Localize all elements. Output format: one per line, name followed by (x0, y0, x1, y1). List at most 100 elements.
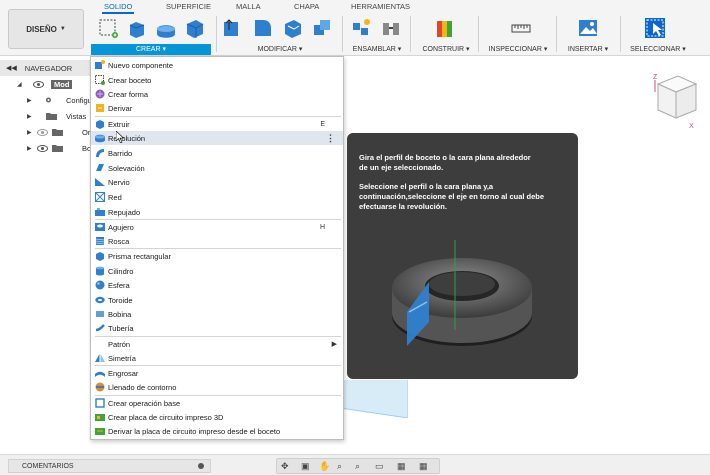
menu-item-web[interactable]: Red (91, 190, 343, 204)
menu-item-label: Crear forma (108, 89, 149, 99)
menu-item-thicken[interactable]: Engrosar (91, 366, 343, 380)
box-tool-icon[interactable] (184, 17, 206, 39)
create-menu-button[interactable]: CREAR ▾ (91, 44, 211, 55)
visibility-eye-icon[interactable] (37, 128, 48, 136)
menu-item-revolve[interactable]: Revolución ⋮ (91, 131, 343, 145)
press-pull-icon[interactable] (221, 17, 243, 39)
browser-item-label: Configu (66, 95, 92, 105)
fit-zoom-icon[interactable]: ⌕ (355, 461, 360, 472)
shortcut-label: E (320, 120, 325, 128)
assemble-menu-label: ENSAMBLAR (352, 46, 396, 53)
modify-menu-button[interactable]: MODIFICAR ▾ (240, 44, 320, 55)
tab-herramientas[interactable]: HERRAMIENTAS (351, 2, 410, 11)
viewcube[interactable]: Z X (650, 70, 700, 130)
collapse-icon[interactable]: ◀◀ (6, 64, 17, 72)
comments-panel[interactable]: COMENTARIOS (8, 459, 211, 473)
menu-item-cylinder[interactable]: Cilindro (91, 264, 343, 278)
browser-item[interactable]: ▶ Bo (0, 140, 95, 156)
workspace-switcher-button[interactable]: DISEÑO ▼ (8, 9, 84, 49)
comments-toggle-icon[interactable] (198, 463, 204, 469)
menu-item-boundary-fill[interactable]: Llenado de contorno (91, 380, 343, 394)
modify-menu-label: MODIFICAR (257, 46, 297, 53)
menu-item-label: Crear operación base (108, 398, 181, 408)
revolve-tool-icon[interactable] (155, 17, 177, 39)
extrude-tool-icon[interactable] (126, 17, 148, 39)
menu-item-pipe[interactable]: Tubería (91, 321, 343, 335)
menu-item-label: Extruir (108, 119, 130, 129)
new-component-tool-icon[interactable] (350, 17, 372, 39)
viewports-icon[interactable]: ▦ (419, 461, 428, 472)
combine-icon[interactable] (311, 17, 333, 39)
fillet-icon[interactable] (252, 17, 274, 39)
menu-item-sphere[interactable]: Esfera (91, 278, 343, 292)
joint-icon[interactable] (380, 17, 402, 39)
menu-item-loft[interactable]: Solevación (91, 161, 343, 175)
visibility-eye-icon[interactable] (33, 80, 44, 88)
look-at-icon[interactable]: ▣ (301, 461, 310, 472)
menu-item-derive[interactable]: Derivar (91, 101, 343, 115)
menu-item-box[interactable]: Prisma rectangular (91, 249, 343, 263)
tab-chapa[interactable]: CHAPA (294, 2, 319, 11)
tab-malla[interactable]: MALLA (236, 2, 261, 11)
browser-item[interactable]: ▶ Vistas (0, 108, 95, 124)
pan-hand-icon[interactable]: ✋ (319, 461, 330, 472)
menu-item-label: Toroide (108, 295, 133, 305)
create-sketch-icon[interactable] (97, 17, 119, 39)
menu-item-rib[interactable]: Nervio (91, 175, 343, 189)
coil-icon (96, 311, 104, 317)
menu-item-sweep[interactable]: Barrido (91, 146, 343, 160)
menu-item-label: Crear boceto (108, 75, 152, 85)
select-tool-icon[interactable] (644, 17, 666, 39)
box-icon (96, 252, 104, 261)
insert-menu-button[interactable]: INSERTAR ▾ (562, 44, 614, 55)
menu-item-extrude[interactable]: Extruir E (91, 117, 343, 131)
construct-menu-button[interactable]: CONSTRUIR ▾ (418, 44, 474, 55)
select-menu-button[interactable]: SELECCIONAR ▾ (626, 44, 690, 55)
tab-solido[interactable]: SOLIDO (101, 2, 135, 14)
toolbar-separator (620, 16, 621, 52)
menu-item-new-component[interactable]: Nuevo componente (91, 58, 343, 72)
display-settings-icon[interactable]: ▭ (375, 461, 384, 472)
visibility-eye-icon[interactable] (37, 144, 48, 152)
menu-item-create-form[interactable]: Crear forma (91, 87, 343, 101)
base-feature-icon (95, 398, 105, 408)
rib-icon (95, 178, 105, 186)
browser-item[interactable]: ▶ Configu (0, 92, 95, 108)
expand-triangle-icon[interactable]: ▶ (27, 145, 32, 152)
expand-triangle-icon[interactable]: ▶ (27, 113, 32, 120)
menu-item-emboss[interactable]: Repujado (91, 205, 343, 219)
menu-item-mirror[interactable]: Simetría (91, 351, 343, 365)
menu-item-derive-pcb[interactable]: Derivar la placa de circuito impreso des… (91, 424, 343, 438)
orbit-icon[interactable]: ✥ (281, 461, 289, 472)
insert-image-icon[interactable] (577, 17, 599, 39)
zoom-icon[interactable]: ⌕ (337, 461, 342, 472)
menu-item-hole[interactable]: Agujero H (91, 220, 343, 234)
pipe-icon (95, 324, 105, 332)
browser-root-item[interactable]: ◢ Mod (0, 76, 95, 92)
shell-icon[interactable] (282, 17, 304, 39)
menu-item-pattern[interactable]: Patrón ▶ (91, 337, 343, 351)
toolbar-separator (478, 16, 479, 52)
grid-settings-icon[interactable]: ▦ (397, 461, 406, 472)
navigation-toolbar: ✥ ▣ ✋ ⌕ ⌕ ▭ ▦ ▦ (276, 458, 440, 474)
shortcut-label: H (319, 223, 325, 231)
gear-icon (45, 97, 52, 103)
browser-item[interactable]: ▶ Ori (0, 124, 95, 140)
hole-icon (95, 223, 105, 231)
assemble-menu-button[interactable]: ENSAMBLAR ▾ (346, 44, 408, 55)
more-options-icon[interactable]: ⋮ (326, 133, 335, 144)
menu-item-torus[interactable]: Toroide (91, 293, 343, 307)
inspect-menu-button[interactable]: INSPECCIONAR ▾ (484, 44, 552, 55)
menu-item-thread[interactable]: Rosca (91, 234, 343, 248)
construct-plane-icon[interactable] (434, 17, 456, 39)
menu-item-coil[interactable]: Bobina (91, 307, 343, 321)
expand-triangle-icon[interactable]: ▶ (27, 129, 32, 136)
menu-item-base-feature[interactable]: Crear operación base (91, 396, 343, 410)
menu-item-create-sketch[interactable]: Crear boceto (91, 73, 343, 87)
tab-superficie[interactable]: SUPERFICIE (166, 2, 211, 11)
expand-triangle-icon[interactable]: ▶ (27, 97, 32, 104)
menu-item-label: Crear placa de circuito impreso 3D (108, 412, 224, 422)
menu-item-create-pcb[interactable]: Crear placa de circuito impreso 3D (91, 410, 343, 424)
measure-icon[interactable] (510, 17, 532, 39)
expand-triangle-icon[interactable]: ◢ (17, 81, 22, 88)
